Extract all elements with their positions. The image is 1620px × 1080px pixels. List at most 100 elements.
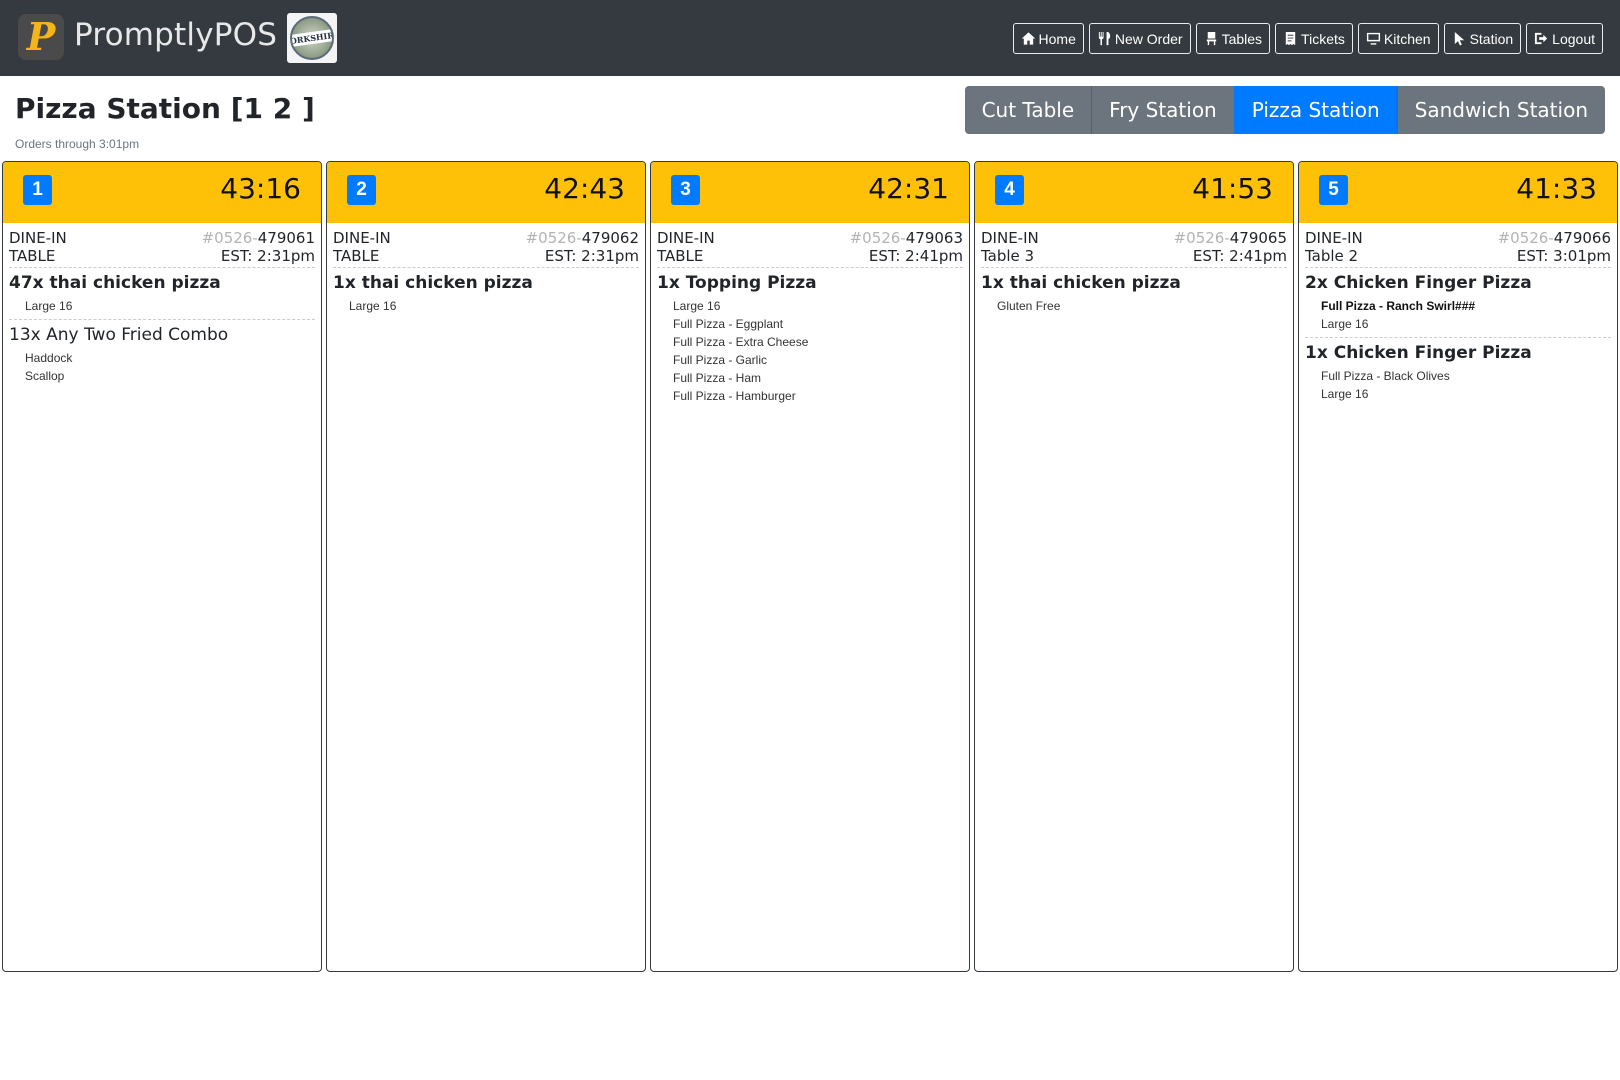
ticket-header: 2 42:43 bbox=[327, 162, 645, 223]
item-modifier: Full Pizza - Black Olives bbox=[1321, 369, 1450, 383]
order-item[interactable]: 1x thai chicken pizza Large 16 bbox=[333, 268, 639, 319]
ticket-body: DINE-IN TABLE #0526-479063 EST: 2:41pm 1… bbox=[651, 223, 969, 409]
ticket-card[interactable]: 4 41:53 DINE-IN Table 3 #0526-479065 EST… bbox=[974, 161, 1294, 972]
ticket-number-badge: 3 bbox=[671, 175, 700, 205]
item-title: 1x Topping Pizza bbox=[657, 273, 817, 293]
kitchen-button-label: Kitchen bbox=[1383, 30, 1431, 47]
ticket-body: DINE-IN Table 2 #0526-479066 EST: 3:01pm… bbox=[1299, 223, 1617, 407]
order-table: Table 2 bbox=[1305, 247, 1359, 265]
partner-logo-text: YORKSHIRE bbox=[292, 27, 332, 49]
brand-logo[interactable]: P bbox=[18, 14, 64, 60]
ticket-timer: 42:43 bbox=[544, 172, 625, 205]
order-item[interactable]: 1x Topping Pizza Large 16 Full Pizza - E… bbox=[657, 268, 963, 409]
logout-icon bbox=[1535, 32, 1548, 45]
tables-button[interactable]: Tables bbox=[1195, 23, 1271, 54]
order-item[interactable]: 1x Chicken Finger Pizza Full Pizza - Bla… bbox=[1305, 337, 1611, 407]
item-modifier: Haddock bbox=[25, 351, 73, 365]
order-table: TABLE bbox=[657, 247, 704, 265]
item-modifier: Large 16 bbox=[1321, 317, 1369, 331]
item-modifiers: Large 16 bbox=[333, 294, 639, 315]
station-button[interactable]: Station bbox=[1443, 23, 1522, 54]
order-number-prefix: #0526- bbox=[1173, 229, 1230, 247]
order-number-prefix: #0526- bbox=[849, 229, 906, 247]
station-tabs: Cut Table Fry Station Pizza Station Sand… bbox=[964, 86, 1605, 134]
ticket-card[interactable]: 3 42:31 DINE-IN TABLE #0526-479063 EST: … bbox=[650, 161, 970, 972]
item-modifiers: Gluten Free bbox=[981, 294, 1287, 315]
logout-button[interactable]: Logout bbox=[1526, 23, 1603, 54]
ticket-number-badge: 5 bbox=[1319, 175, 1348, 205]
ticket-timer: 43:16 bbox=[220, 172, 301, 205]
order-item[interactable]: 13x Any Two Fried Combo Haddock Scallop bbox=[9, 319, 315, 389]
order-item[interactable]: 47x thai chicken pizza Large 16 bbox=[9, 268, 315, 319]
item-modifier: Full Pizza - Ham bbox=[673, 371, 762, 385]
order-info: DINE-IN TABLE #0526-479062 EST: 2:31pm bbox=[333, 229, 639, 268]
ticket-timer: 41:33 bbox=[1516, 172, 1597, 205]
order-info: DINE-IN TABLE #0526-479063 EST: 2:41pm bbox=[657, 229, 963, 268]
order-type: DINE-IN bbox=[657, 229, 715, 247]
item-title: 1x thai chicken pizza bbox=[981, 273, 1181, 293]
home-button[interactable]: Home bbox=[1012, 23, 1084, 54]
tab-pizza-station[interactable]: Pizza Station bbox=[1233, 86, 1397, 134]
order-info: DINE-IN Table 3 #0526-479065 EST: 2:41pm bbox=[981, 229, 1287, 268]
tickets-button[interactable]: Tickets bbox=[1275, 23, 1353, 54]
chair-icon bbox=[1206, 31, 1216, 46]
brand-name[interactable]: PromptlyPOS bbox=[74, 17, 277, 53]
ticket-board: 1 43:16 DINE-IN TABLE #0526-479061 EST: … bbox=[2, 161, 1618, 972]
order-type: DINE-IN bbox=[333, 229, 391, 247]
order-item[interactable]: 2x Chicken Finger Pizza Full Pizza - Ran… bbox=[1305, 268, 1611, 337]
order-number: 479063 bbox=[905, 229, 963, 247]
order-info: DINE-IN Table 2 #0526-479066 EST: 3:01pm bbox=[1305, 229, 1611, 268]
ticket-card[interactable]: 1 43:16 DINE-IN TABLE #0526-479061 EST: … bbox=[2, 161, 322, 972]
order-type: DINE-IN bbox=[981, 229, 1039, 247]
order-info: DINE-IN TABLE #0526-479061 EST: 2:31pm bbox=[9, 229, 315, 268]
order-item[interactable]: 1x thai chicken pizza Gluten Free bbox=[981, 268, 1287, 319]
item-modifiers: Full Pizza - Black Olives Large 16 bbox=[1305, 364, 1611, 403]
ticket-number-badge: 2 bbox=[347, 175, 376, 205]
order-number: 479065 bbox=[1229, 229, 1287, 247]
item-title: 13x Any Two Fried Combo bbox=[9, 325, 229, 345]
cursor-icon bbox=[1454, 31, 1464, 46]
ticket-number-badge: 4 bbox=[995, 175, 1024, 205]
ticket-number-badge: 1 bbox=[23, 175, 52, 205]
item-modifier: Full Pizza - Ranch Swirl### bbox=[1321, 299, 1476, 313]
order-table: TABLE bbox=[9, 247, 56, 265]
item-modifier: Full Pizza - Garlic bbox=[673, 353, 768, 367]
ticket-card[interactable]: 5 41:33 DINE-IN Table 2 #0526-479066 EST… bbox=[1298, 161, 1618, 972]
utensils-icon bbox=[1098, 31, 1111, 46]
station-button-label: Station bbox=[1469, 30, 1514, 47]
brand-logo-letter: P bbox=[26, 14, 56, 59]
monitor-icon bbox=[1366, 32, 1380, 45]
item-modifier: Large 16 bbox=[25, 299, 73, 313]
receipt-icon bbox=[1285, 31, 1296, 46]
ticket-body: DINE-IN TABLE #0526-479062 EST: 2:31pm 1… bbox=[327, 223, 645, 319]
order-est-time: EST: 2:41pm bbox=[1192, 247, 1287, 265]
order-number: 479061 bbox=[257, 229, 315, 247]
ticket-card[interactable]: 2 42:43 DINE-IN TABLE #0526-479062 EST: … bbox=[326, 161, 646, 972]
order-number-prefix: #0526- bbox=[525, 229, 582, 247]
item-title: 2x Chicken Finger Pizza bbox=[1305, 273, 1532, 293]
new-order-button[interactable]: New Order bbox=[1088, 23, 1191, 54]
order-number: 479062 bbox=[581, 229, 639, 247]
item-modifiers: Haddock Scallop bbox=[9, 346, 315, 385]
ticket-header: 4 41:53 bbox=[975, 162, 1293, 223]
item-modifier: Scallop bbox=[25, 369, 65, 383]
ticket-timer: 42:31 bbox=[868, 172, 949, 205]
order-est-time: EST: 3:01pm bbox=[1516, 247, 1611, 265]
tickets-button-label: Tickets bbox=[1301, 30, 1345, 47]
order-number: 479066 bbox=[1553, 229, 1611, 247]
order-number-prefix: #0526- bbox=[1497, 229, 1554, 247]
kitchen-button[interactable]: Kitchen bbox=[1357, 23, 1439, 54]
item-modifier: Large 16 bbox=[1321, 387, 1369, 401]
tab-sandwich-station[interactable]: Sandwich Station bbox=[1396, 86, 1605, 134]
order-type: DINE-IN bbox=[9, 229, 67, 247]
tab-cut-table[interactable]: Cut Table bbox=[964, 86, 1092, 134]
item-modifier: Gluten Free bbox=[997, 299, 1061, 313]
nav-buttons: Home New Order Tables Tickets Kitchen St… bbox=[1012, 23, 1603, 54]
order-type: DINE-IN bbox=[1305, 229, 1363, 247]
ticket-body: DINE-IN TABLE #0526-479061 EST: 2:31pm 4… bbox=[3, 223, 321, 389]
home-button-label: Home bbox=[1038, 30, 1076, 47]
ticket-header: 5 41:33 bbox=[1299, 162, 1617, 223]
ticket-timer: 41:53 bbox=[1192, 172, 1273, 205]
tab-fry-station[interactable]: Fry Station bbox=[1091, 86, 1234, 134]
item-modifier: Large 16 bbox=[349, 299, 397, 313]
